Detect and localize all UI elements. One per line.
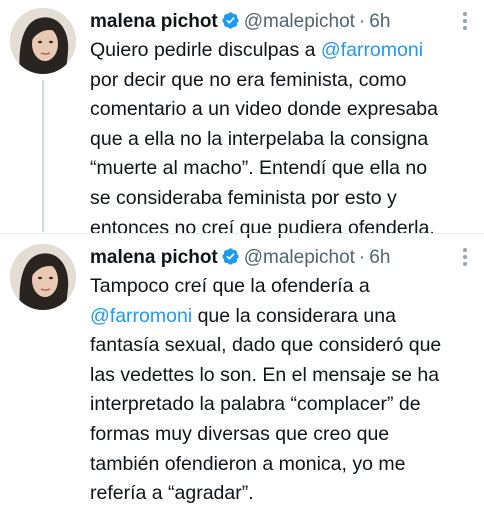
text-line: también ofendieron a monica, yo me: [90, 452, 406, 475]
text-segment: que la considerara una: [192, 304, 396, 327]
timestamp[interactable]: 6h: [369, 247, 390, 268]
tweet-text: Quiero pedirle disculpas a @farromoni po…: [90, 36, 478, 243]
text-line: formas muy diversas que creo que: [90, 422, 390, 445]
text-line: interpretado la palabra “complacer” de: [90, 393, 421, 416]
text-line: refería a “agradar”.: [90, 482, 254, 505]
avatar[interactable]: [10, 8, 76, 74]
text-line: por decir que no era feminista, como: [90, 68, 407, 91]
text-line: “muerte al macho”. Entendí que ella no: [90, 157, 428, 180]
text-line: se consideraba feminista por esto y: [90, 186, 397, 209]
text-line: que a ella no la interpelaba la consigna: [90, 127, 429, 150]
tweet-header: malena pichot @malepichot · 6h: [90, 245, 444, 271]
mention-link[interactable]: @farromoni: [90, 305, 192, 327]
mention-link[interactable]: @farromoni: [321, 39, 423, 61]
tweet-2[interactable]: malena pichot @malepichot · 6h Tampoco creí…: [0, 236, 484, 504]
timestamp[interactable]: 6h: [369, 11, 390, 32]
author-handle[interactable]: @malepichot: [244, 247, 355, 268]
author-name[interactable]: malena pichot: [90, 247, 218, 268]
separator-dot: ·: [358, 247, 366, 268]
author-handle[interactable]: @malepichot: [244, 11, 355, 32]
thread-line: [42, 80, 44, 232]
verified-badge-icon: [222, 12, 239, 29]
more-options-icon[interactable]: [462, 12, 468, 32]
separator-dot: ·: [358, 11, 366, 32]
avatar[interactable]: [10, 244, 76, 310]
text-line: fantasía sexual, dado que consideró que: [90, 334, 442, 357]
author-name[interactable]: malena pichot: [90, 11, 218, 32]
tweet-text: Tampoco creí que la ofendería a @farromo…: [90, 272, 478, 509]
verified-badge-icon: [222, 248, 239, 265]
text-line: comentario a un video donde expresaba: [90, 98, 438, 121]
text-line: Tampoco creí que la ofendería a: [90, 275, 370, 297]
text-line: las vedettes lo son. En el mensaje se ha: [90, 363, 440, 386]
tweet-header: malena pichot @malepichot · 6h: [90, 9, 444, 35]
text-segment: Quiero pedirle disculpas a: [90, 39, 321, 61]
tweet-divider: [0, 233, 484, 234]
more-options-icon[interactable]: [462, 248, 468, 268]
tweet-1[interactable]: malena pichot @malepichot · 6h Quiero pedir…: [0, 0, 484, 239]
